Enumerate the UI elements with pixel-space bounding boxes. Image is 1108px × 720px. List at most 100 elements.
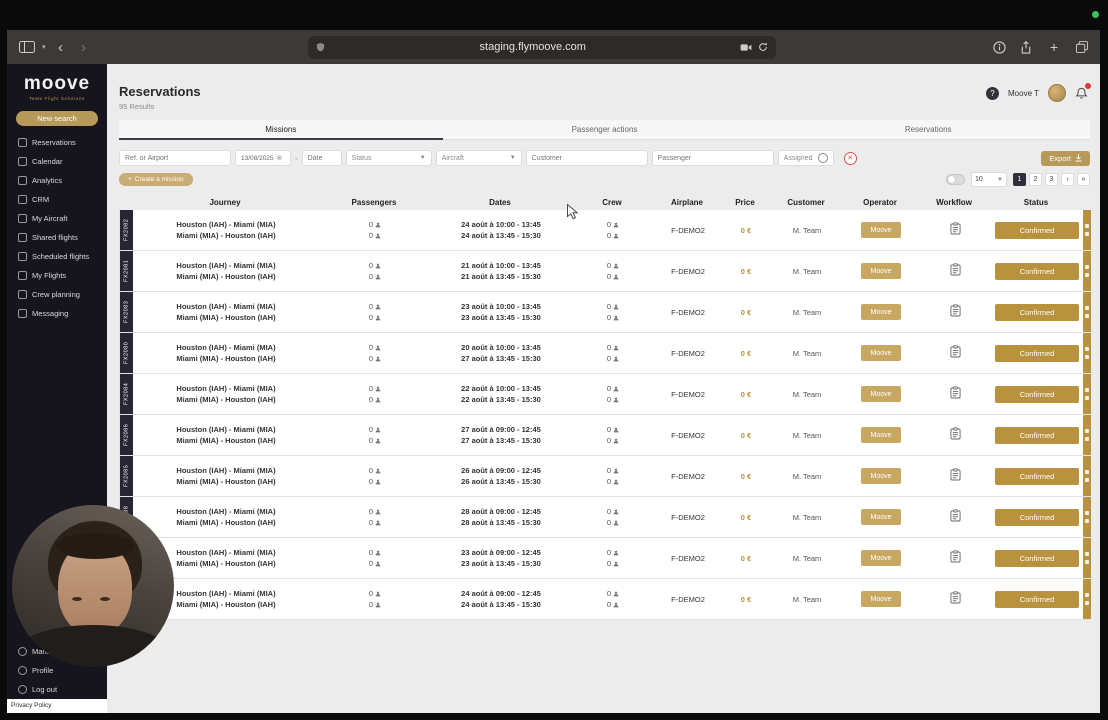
tab-passenger-actions[interactable]: Passenger actions	[443, 120, 767, 139]
status-badge[interactable]: Confirmed	[995, 303, 1079, 321]
row-actions-strip[interactable]	[1083, 538, 1091, 578]
chevron-down-icon[interactable]: ▾	[42, 43, 46, 51]
sidebar-toggle-icon[interactable]	[19, 41, 35, 53]
row-actions-strip[interactable]	[1083, 579, 1091, 619]
sidebar-item[interactable]: Messaging	[7, 304, 107, 323]
avatar[interactable]	[1048, 84, 1066, 102]
status-badge[interactable]: Confirmed	[995, 508, 1079, 526]
assigned-filter[interactable]: Assigned	[777, 150, 834, 166]
status-select[interactable]: Status ▼	[345, 150, 432, 166]
sidebar-item[interactable]: CRM	[7, 190, 107, 209]
site-info-icon[interactable]	[316, 42, 325, 52]
reload-icon[interactable]	[758, 42, 768, 52]
page-button-2[interactable]: 2	[1029, 173, 1042, 186]
customer-input[interactable]	[525, 150, 648, 166]
sidebar-item[interactable]: My Aircraft	[7, 209, 107, 228]
next-page-button[interactable]: ›	[1061, 173, 1074, 186]
new-tab-icon[interactable]: +	[1046, 40, 1062, 54]
column-header[interactable]: Airplane	[654, 195, 720, 210]
column-header[interactable]: Journey	[132, 195, 318, 210]
workflow-clipboard-icon[interactable]	[949, 345, 961, 358]
workflow-clipboard-icon[interactable]	[949, 222, 961, 235]
status-badge[interactable]: Confirmed	[995, 549, 1079, 567]
tabs-icon[interactable]	[1075, 41, 1088, 53]
passenger-input[interactable]	[651, 150, 774, 166]
row-actions-strip[interactable]	[1083, 415, 1091, 455]
status-badge[interactable]: Confirmed	[995, 385, 1079, 403]
workflow-clipboard-icon[interactable]	[949, 386, 961, 399]
table-row[interactable]: FX2082 Houston (IAH) - Miami (MIA) Miami…	[119, 210, 1091, 251]
sidebar-item[interactable]: Scheduled flights	[7, 247, 107, 266]
date-from-input[interactable]: 13/08/2025 ⊗	[235, 150, 291, 166]
operator-badge[interactable]: Moove	[861, 304, 901, 320]
date-to-input[interactable]	[301, 150, 342, 166]
sidebar-item[interactable]: Crew planning	[7, 285, 107, 304]
sidebar-item[interactable]: My Flights	[7, 266, 107, 285]
column-header[interactable]: Crew	[570, 195, 654, 210]
row-actions-strip[interactable]	[1083, 333, 1091, 373]
operator-badge[interactable]: Moove	[861, 345, 901, 361]
mission-ref-badge[interactable]: FX2080	[120, 333, 133, 373]
operator-badge[interactable]: Moove	[861, 263, 901, 279]
workflow-clipboard-icon[interactable]	[949, 263, 961, 276]
share-icon[interactable]	[1020, 40, 1032, 54]
bell-icon[interactable]	[1075, 82, 1091, 100]
export-button[interactable]: Export	[1041, 150, 1090, 166]
column-header[interactable]: Operator	[842, 195, 918, 210]
status-badge[interactable]: Confirmed	[995, 221, 1079, 239]
row-actions-strip[interactable]	[1083, 210, 1091, 250]
table-row[interactable]: FX2084 Houston (IAH) - Miami (MIA) Miami…	[119, 374, 1091, 415]
column-header[interactable]: Workflow	[918, 195, 990, 210]
workflow-clipboard-icon[interactable]	[949, 427, 961, 440]
clear-filters-icon[interactable]: ✕	[843, 151, 857, 165]
table-row[interactable]: FX2085 Houston (IAH) - Miami (MIA) Miami…	[119, 456, 1091, 497]
tab-reservations[interactable]: Reservations	[766, 120, 1090, 139]
page-size-select[interactable]: 10 ▼	[971, 172, 1007, 187]
mission-ref-badge[interactable]: FX2083	[120, 292, 133, 332]
create-mission-button[interactable]: + Create a mission	[119, 173, 193, 186]
camera-icon[interactable]	[740, 43, 752, 52]
table-row[interactable]: FX2088 Houston (IAH) - Miami (MIA) Miami…	[119, 497, 1091, 538]
mission-ref-badge[interactable]: FX2081	[120, 251, 133, 291]
column-header[interactable]: Customer	[770, 195, 842, 210]
column-header[interactable]: Price	[720, 195, 770, 210]
back-button[interactable]: ‹	[53, 40, 69, 55]
address-bar[interactable]: staging.flymoove.com	[308, 35, 777, 59]
new-search-button[interactable]: New search	[16, 111, 98, 126]
sidebar-footer-item[interactable]: Log out	[7, 680, 107, 699]
help-icon[interactable]: ?	[986, 86, 1000, 100]
column-header[interactable]: Passengers	[318, 195, 430, 210]
sidebar-item[interactable]: Analytics	[7, 171, 107, 190]
table-row[interactable]: FX2080 Houston (IAH) - Miami (MIA) Miami…	[119, 333, 1091, 374]
workflow-clipboard-icon[interactable]	[949, 591, 961, 604]
workflow-clipboard-icon[interactable]	[949, 509, 961, 522]
operator-badge[interactable]: Moove	[861, 550, 901, 566]
mission-ref-badge[interactable]: FX2085	[120, 456, 133, 496]
column-header[interactable]: Dates	[430, 195, 570, 210]
compact-toggle[interactable]	[946, 174, 965, 185]
operator-badge[interactable]: Moove	[861, 222, 901, 238]
operator-badge[interactable]: Moove	[861, 468, 901, 484]
status-badge[interactable]: Confirmed	[995, 467, 1079, 485]
mission-ref-badge[interactable]: FX2086	[120, 415, 133, 455]
workflow-clipboard-icon[interactable]	[949, 550, 961, 563]
sidebar-item[interactable]: Shared flights	[7, 228, 107, 247]
status-badge[interactable]: Confirmed	[995, 426, 1079, 444]
ref-airport-input[interactable]	[119, 150, 231, 166]
mission-ref-badge[interactable]: FX2082	[120, 210, 133, 250]
page-button-3[interactable]: 3	[1045, 173, 1058, 186]
status-badge[interactable]: Confirmed	[995, 344, 1079, 362]
status-badge[interactable]: Confirmed	[995, 262, 1079, 280]
column-header[interactable]: Status	[990, 195, 1082, 210]
table-row[interactable]: FX2086 Houston (IAH) - Miami (MIA) Miami…	[119, 415, 1091, 456]
sidebar-item[interactable]: Calendar	[7, 152, 107, 171]
page-button-1[interactable]: 1	[1013, 173, 1026, 186]
row-actions-strip[interactable]	[1083, 456, 1091, 496]
workflow-clipboard-icon[interactable]	[949, 468, 961, 481]
workflow-clipboard-icon[interactable]	[949, 304, 961, 317]
status-badge[interactable]: Confirmed	[995, 590, 1079, 608]
tab-missions[interactable]: Missions	[119, 120, 443, 140]
table-row[interactable]: FX2087 Houston (IAH) - Miami (MIA) Miami…	[119, 538, 1091, 579]
aircraft-select[interactable]: Aircraft ▼	[435, 150, 522, 166]
last-page-button[interactable]: »	[1077, 173, 1090, 186]
